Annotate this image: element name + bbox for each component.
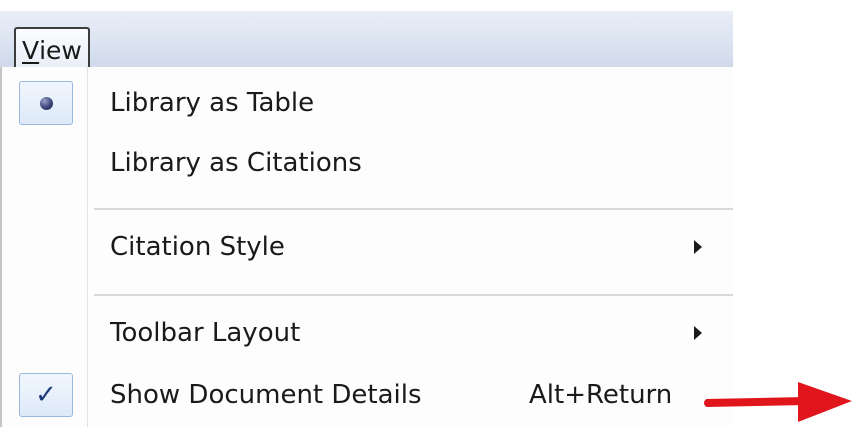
menu-item-shortcut: Alt+Return: [529, 380, 673, 410]
menu-item-label: Toolbar Layout: [110, 318, 301, 348]
menu-item-label: Citation Style: [110, 232, 285, 262]
submenu-arrow-icon: [694, 326, 702, 340]
menu-item-show-document-details[interactable]: ✓ Show Document Details Alt+Return: [2, 365, 733, 425]
view-menu-label: iew: [39, 35, 82, 65]
menu-item-label: Library as Citations: [110, 148, 362, 178]
view-menu-button[interactable]: View: [14, 27, 90, 71]
menu-item-toolbar-layout[interactable]: Toolbar Layout: [2, 303, 733, 363]
radio-dot-icon: [39, 96, 53, 110]
menu-item-citation-style[interactable]: Citation Style: [2, 217, 733, 277]
menu-separator: [94, 294, 733, 297]
menu-item-label: Show Document Details: [110, 380, 422, 410]
menu-bar: View: [0, 11, 733, 71]
menu-separator: [94, 208, 733, 211]
red-arrow-annotation-icon: [704, 382, 852, 422]
menu-item-library-as-citations[interactable]: Library as Citations: [2, 133, 733, 193]
view-menu-accelerator: V: [22, 35, 40, 65]
view-dropdown-menu: Library as Table Library as Citations Ci…: [0, 67, 733, 427]
check-indicator-box: ✓: [19, 373, 73, 417]
menu-item-label: Library as Table: [110, 88, 315, 118]
radio-indicator-box: [19, 81, 73, 125]
submenu-arrow-icon: [694, 240, 702, 254]
check-icon: ✓: [35, 380, 57, 410]
menu-item-library-as-table[interactable]: Library as Table: [2, 73, 733, 133]
